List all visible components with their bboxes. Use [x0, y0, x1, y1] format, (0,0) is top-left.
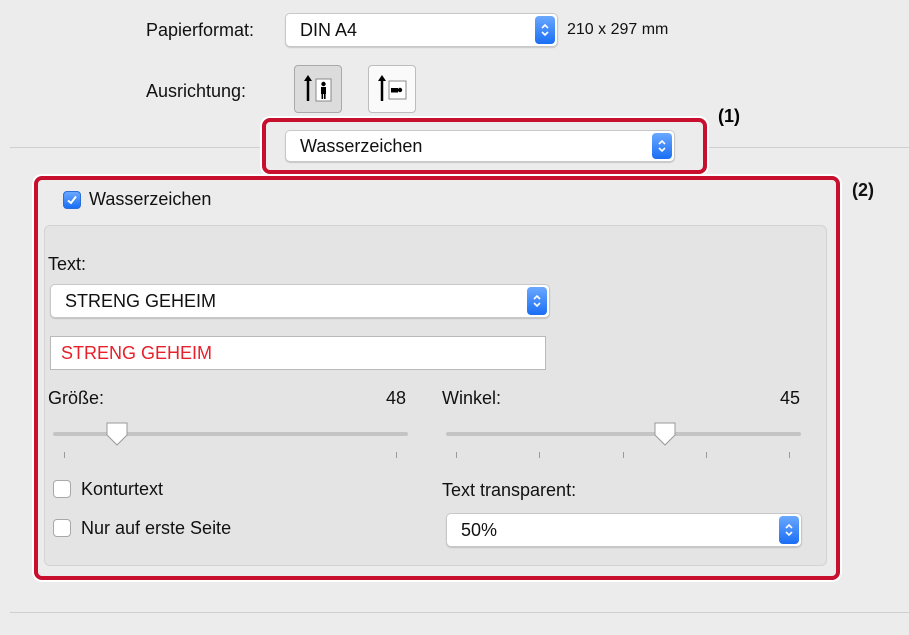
- text-label: Text:: [48, 254, 87, 274]
- paper-format-value: DIN A4: [300, 19, 358, 40]
- text-preset-select[interactable]: STRENG GEHEIM: [50, 284, 550, 318]
- landscape-orientation-icon: [378, 75, 407, 101]
- angle-slider-thumb[interactable]: [652, 421, 678, 447]
- slider-tick: [64, 452, 65, 458]
- angle-slider-track[interactable]: [446, 432, 801, 436]
- first-page-only-checkbox[interactable]: [53, 519, 71, 537]
- paper-dimensions: 210 x 297 mm: [567, 21, 669, 38]
- paper-format-label: Papierformat:: [146, 20, 255, 40]
- popup-stepper-icon: [527, 287, 547, 315]
- popup-stepper-icon: [652, 133, 672, 159]
- angle-label: Winkel:: [442, 388, 502, 408]
- callout-2-label: (2): [852, 180, 874, 200]
- callout-1-label: (1): [718, 106, 740, 126]
- size-label: Größe:: [48, 388, 105, 408]
- orientation-portrait-button[interactable]: [294, 65, 342, 113]
- panel-select[interactable]: Wasserzeichen: [285, 130, 675, 162]
- first-page-only-label: Nur auf erste Seite: [81, 518, 232, 538]
- watermark-enable-label: Wasserzeichen: [89, 189, 212, 209]
- popup-stepper-icon: [535, 16, 555, 44]
- outline-text-checkbox[interactable]: [53, 480, 71, 498]
- watermark-enable-checkbox[interactable]: [63, 191, 81, 209]
- outline-text-label: Konturtext: [81, 479, 164, 499]
- popup-stepper-icon: [779, 516, 799, 544]
- size-value: 48: [386, 388, 407, 408]
- orientation-label: Ausrichtung:: [146, 81, 247, 101]
- text-transparent-select[interactable]: 50%: [446, 513, 802, 547]
- size-slider-thumb[interactable]: [104, 421, 130, 447]
- slider-tick: [706, 452, 707, 458]
- slider-tick: [396, 452, 397, 458]
- slider-tick: [623, 452, 624, 458]
- orientation-landscape-button[interactable]: [368, 65, 416, 113]
- text-transparent-label: Text transparent:: [442, 480, 577, 500]
- paper-format-select[interactable]: DIN A4: [285, 13, 558, 47]
- text-transparent-value: 50%: [461, 519, 498, 540]
- panel-select-value: Wasserzeichen: [300, 135, 423, 156]
- text-preset-value: STRENG GEHEIM: [65, 290, 217, 311]
- slider-tick: [539, 452, 540, 458]
- watermark-text-input[interactable]: STRENG GEHEIM: [50, 336, 546, 370]
- angle-value: 45: [780, 388, 801, 408]
- checkmark-icon: [67, 195, 77, 205]
- portrait-orientation-icon: [304, 75, 332, 102]
- bottom-divider: [10, 612, 909, 613]
- slider-tick: [789, 452, 790, 458]
- slider-tick: [456, 452, 457, 458]
